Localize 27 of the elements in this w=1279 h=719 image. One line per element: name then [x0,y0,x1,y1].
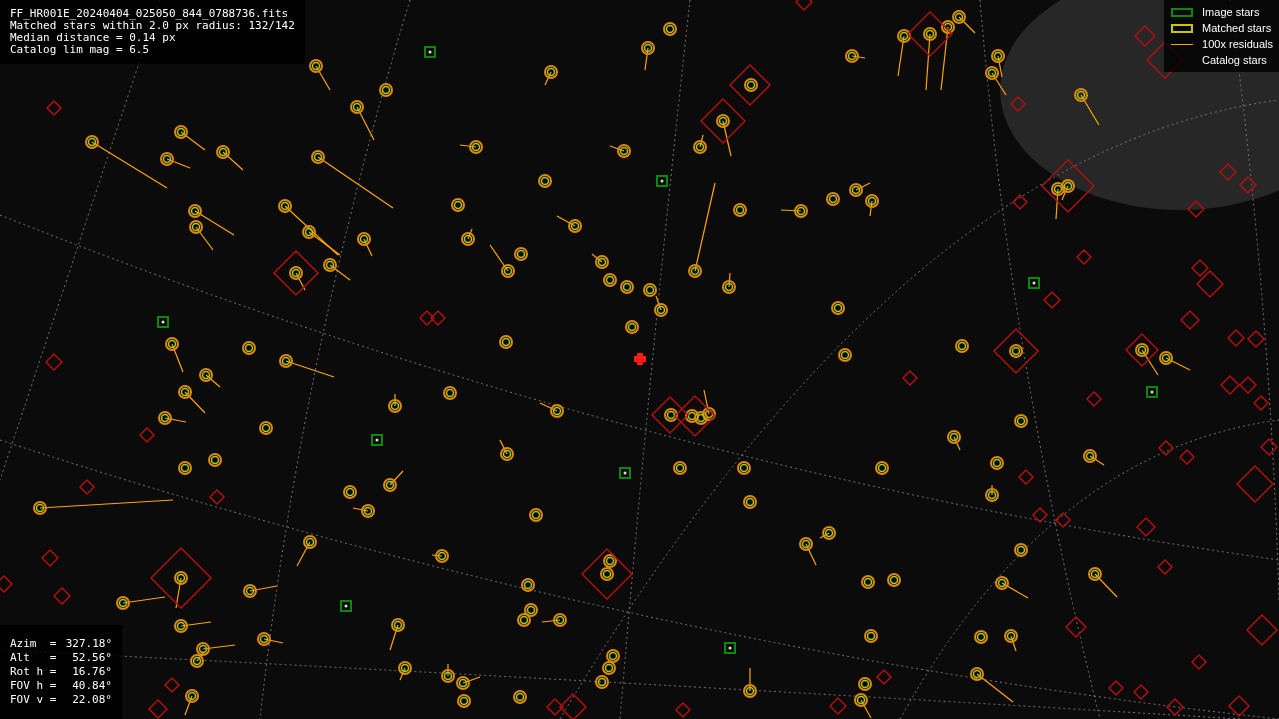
equals-sign: = [49,637,58,651]
legend-label: 100x residuals [1202,36,1273,52]
equals-sign: = [49,665,58,679]
matched-star-swatch [1171,23,1194,33]
legend-label: Image stars [1202,4,1260,20]
image-star-swatch [1171,7,1194,17]
pointing-label: FOV h [10,679,45,693]
legend-label: Matched stars [1202,20,1272,36]
pointing-label: Rot h [10,665,45,679]
pointing-value: 327.18° [64,637,112,651]
equals-sign: = [49,693,58,707]
info-text: Median distance = 0.14 px [10,32,177,44]
pointing-value: 16.76° [71,665,112,679]
equals-sign: = [49,651,58,665]
pointing-label: FOV v [10,693,45,707]
info-text: Matched stars within 2.0 px radius: 132/142 [10,20,295,32]
pointing-label: Alt [10,651,31,665]
center-cross-icon [634,353,646,365]
legend-label: Catalog stars [1202,52,1267,68]
residual-line-swatch [1171,43,1194,45]
info-text: Catalog lim mag = 6.5 [10,44,151,56]
pointing-value: 52.56° [71,651,112,665]
pointing-value: 22.08° [71,693,112,707]
pointing-value: 40.84° [71,679,112,693]
equals-sign: = [49,679,58,693]
info-text: FF_HR001E_20240404_025050_844_0788736.fits [10,8,290,20]
pointing-label: Azim [10,637,38,651]
